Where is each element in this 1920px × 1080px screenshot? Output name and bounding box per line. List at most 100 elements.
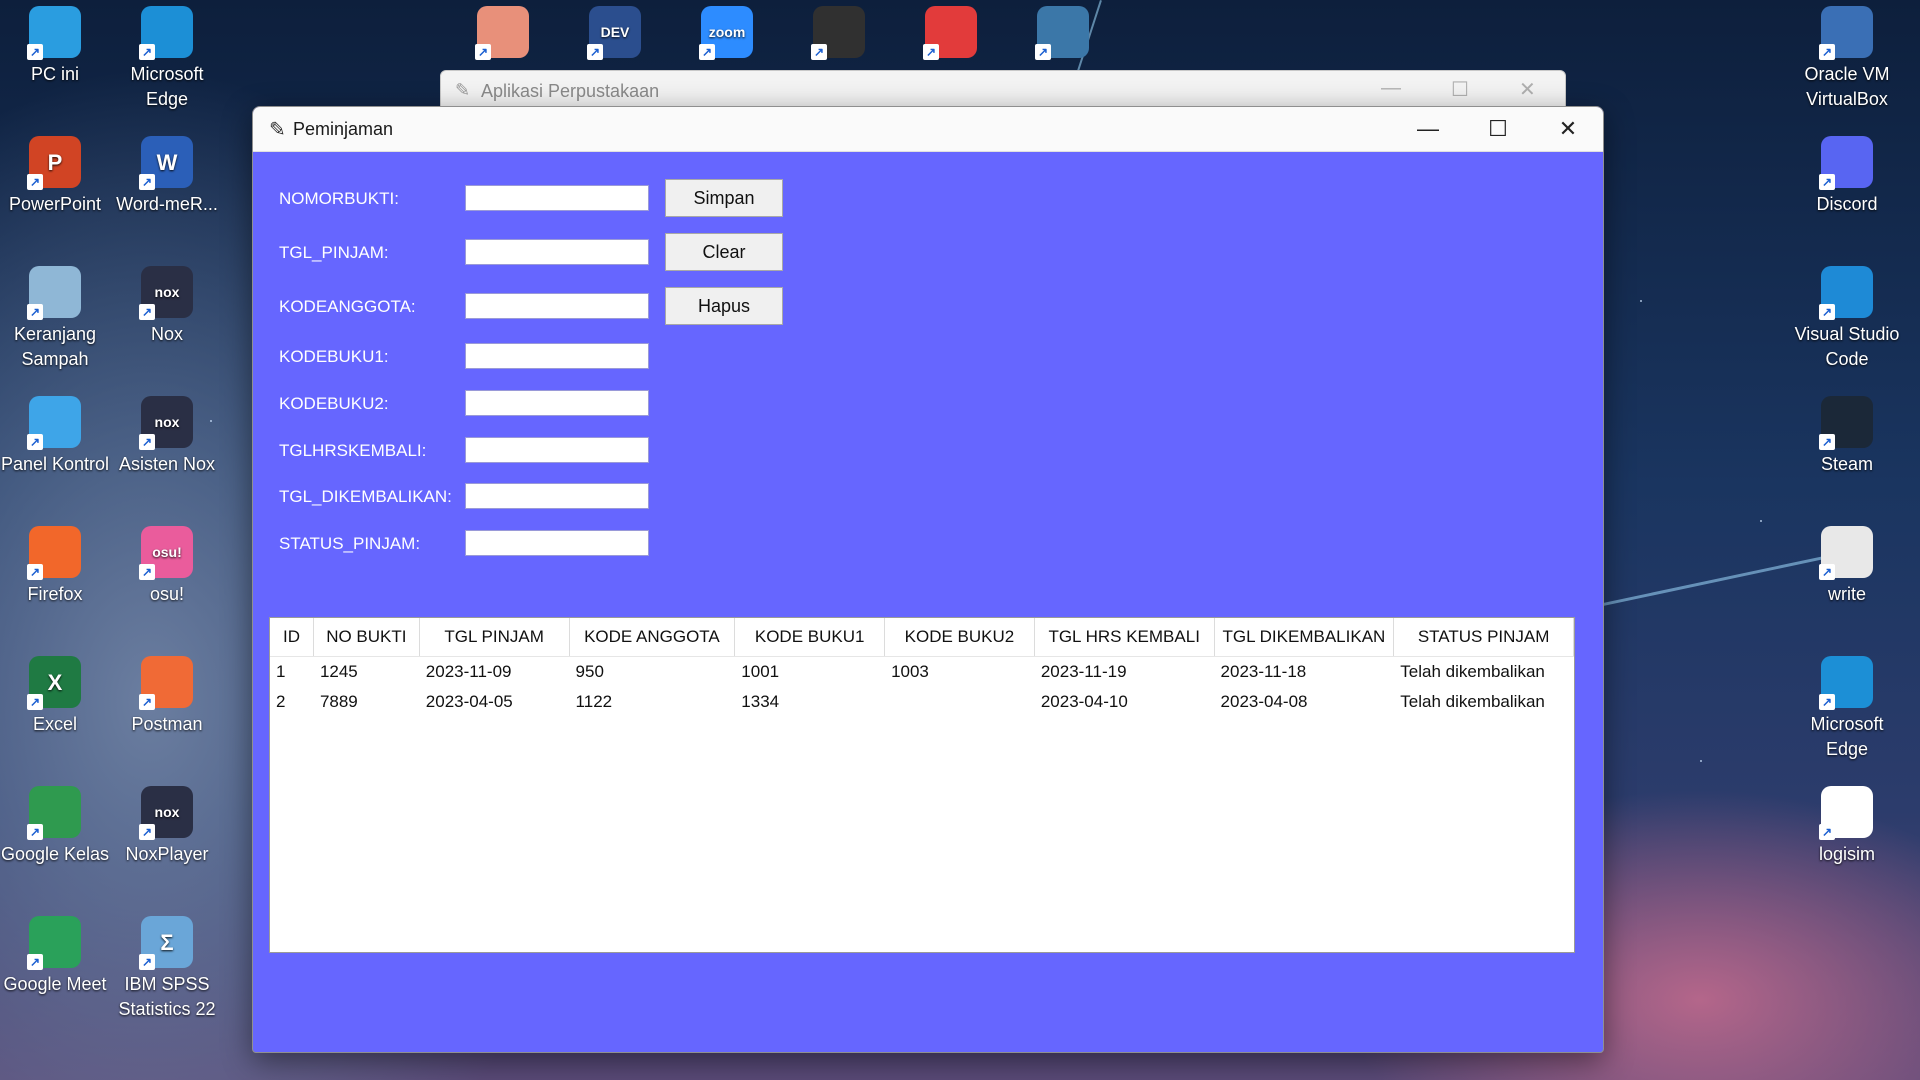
shortcut-arrow-icon: ↗ — [1035, 44, 1051, 60]
desktop-shortcut[interactable]: ↗ Microsoft Edge — [1792, 656, 1902, 762]
minimize-button[interactable]: — — [1393, 107, 1463, 151]
steam-icon: ↗ — [1819, 396, 1873, 450]
tglhrskembali-input[interactable] — [465, 437, 649, 463]
shortcut-arrow-icon: ↗ — [27, 694, 43, 710]
kodebuku1-input[interactable] — [465, 343, 649, 369]
desktop-shortcut[interactable]: nox ↗ NoxPlayer — [112, 786, 222, 867]
desktop-shortcut[interactable]: ↗ — [896, 6, 1006, 62]
desktop-shortcut-label: logisim — [1818, 844, 1875, 864]
nomorbukti-input[interactable] — [465, 185, 649, 211]
desktop-shortcut[interactable]: ↗ Google Meet — [0, 916, 110, 997]
table-cell — [885, 687, 1035, 717]
kodebuku2-input[interactable] — [465, 390, 649, 416]
table-cell: 1245 — [319, 662, 358, 681]
desktop-shortcut-label: Microsoft Edge — [1810, 714, 1884, 759]
table-row[interactable]: 2 7889 2023-04-05 1122 1334 2023-04-10 2023-04… — [270, 687, 1574, 717]
desktop-shortcut[interactable]: ↗ Visual Studio Code — [1792, 266, 1902, 372]
desktop-shortcut-label: IBM SPSS Statistics 22 — [118, 974, 216, 1019]
title-bar[interactable]: ✎ Peminjaman — ☐ ✕ — [253, 107, 1603, 152]
desktop-shortcut[interactable]: ↗ Keranjang Sampah — [0, 266, 110, 372]
shortcut-arrow-icon: ↗ — [587, 44, 603, 60]
table-row[interactable]: 1 1245 2023-11-09 950 1001 1003 2023-11-19 2023… — [270, 657, 1574, 687]
google-meet-icon: ↗ — [27, 916, 81, 970]
peminjaman-table[interactable]: ID NO BUKTI TGL PINJAM KODE ANGGOTA KODE BUK… — [269, 617, 1575, 953]
desktop-shortcut-label: Asisten Nox — [118, 454, 216, 474]
close-icon[interactable]: ✕ — [1519, 77, 1536, 102]
desktop-shortcut[interactable]: nox ↗ Asisten Nox — [112, 396, 222, 477]
desktop-shortcut[interactable]: osu! ↗ osu! — [112, 526, 222, 607]
desktop-shortcut[interactable]: ↗ write — [1792, 526, 1902, 607]
desktop-shortcut[interactable]: ↗ Discord — [1792, 136, 1902, 217]
desktop-shortcut[interactable]: ↗ PC ini — [0, 6, 110, 87]
table-header: ID NO BUKTI TGL PINJAM KODE ANGGOTA KODE BUK… — [270, 618, 1574, 657]
desktop-shortcut[interactable]: ↗ Postman — [112, 656, 222, 737]
desktop-shortcut[interactable]: nox ↗ Nox — [112, 266, 222, 347]
peminjaman-window: ✎ Peminjaman — ☐ ✕ NOMORBUKTI: TGL_PINJA… — [252, 106, 1604, 1053]
desktop-shortcut[interactable]: ↗ Google Kelas — [0, 786, 110, 867]
desktop-shortcut[interactable]: P ↗ PowerPoint — [0, 136, 110, 217]
column-header[interactable]: NO BUKTI — [314, 618, 420, 656]
desktop-shortcut[interactable]: ↗ Microsoft Edge — [112, 6, 222, 112]
column-header[interactable]: KODE BUKU2 — [885, 618, 1035, 656]
window-title: Peminjaman — [293, 119, 394, 139]
desktop-shortcut[interactable]: Σ ↗ IBM SPSS Statistics 22 — [112, 916, 222, 1022]
virtualbox-icon: ↗ — [1819, 6, 1873, 60]
desktop-shortcut[interactable]: ↗ — [448, 6, 558, 62]
icon-glyph: nox — [154, 413, 180, 430]
label-nomorbukti: NOMORBUKTI: — [279, 189, 399, 208]
minimize-icon[interactable]: — — [1381, 77, 1401, 100]
desktop-shortcut-label: Discord — [1816, 194, 1878, 214]
hapus-button[interactable]: Hapus — [665, 287, 783, 325]
column-header[interactable]: KODE BUKU1 — [735, 618, 886, 656]
maximize-button[interactable]: ☐ — [1463, 107, 1533, 151]
desktop-shortcut[interactable]: zoom ↗ — [672, 6, 782, 62]
column-header[interactable]: TGL HRS KEMBALI — [1035, 618, 1215, 656]
desktop-shortcut[interactable]: ↗ Firefox — [0, 526, 110, 607]
tgl-dikembalikan-input[interactable] — [465, 483, 649, 509]
desktop-shortcut[interactable]: W ↗ Word-meR... — [112, 136, 222, 217]
label-kodebuku1: KODEBUKU1: — [279, 347, 389, 366]
table-cell: Telah dikembalikan — [1400, 662, 1545, 681]
google-classroom-icon: ↗ — [27, 786, 81, 840]
shortcut-arrow-icon: ↗ — [139, 564, 155, 580]
desktop-shortcut-label: Word-meR... — [116, 194, 218, 214]
desktop-shortcut[interactable]: ↗ logisim — [1792, 786, 1902, 867]
tgl-pinjam-input[interactable] — [465, 239, 649, 265]
kodeanggota-input[interactable] — [465, 293, 649, 319]
table-cell: 2023-11-19 — [1040, 662, 1127, 681]
table-cell: 1003 — [891, 662, 929, 681]
status-pinjam-input[interactable] — [465, 530, 649, 556]
desktop-shortcut-label: write — [1827, 584, 1866, 604]
star — [1760, 520, 1762, 522]
icon-glyph: P — [47, 149, 63, 175]
desktop-shortcut[interactable]: ↗ Panel Kontrol — [0, 396, 110, 477]
shortcut-arrow-icon: ↗ — [1819, 564, 1835, 580]
simpan-button[interactable]: Simpan — [665, 179, 783, 217]
column-header[interactable]: ID — [270, 618, 314, 656]
spss-icon: Σ ↗ — [139, 916, 193, 970]
firefox-icon: ↗ — [27, 526, 81, 580]
desktop-shortcut[interactable]: ↗ — [1008, 6, 1118, 62]
desktop-shortcut-label: Google Meet — [3, 974, 107, 994]
column-header[interactable]: TGL DIKEMBALIKAN — [1215, 618, 1395, 656]
shortcut-arrow-icon: ↗ — [1819, 174, 1835, 190]
form-area: NOMORBUKTI: TGL_PINJAM: KODEANGGOTA: KOD… — [253, 151, 953, 611]
column-header[interactable]: STATUS PINJAM — [1394, 618, 1574, 656]
excel-icon: X ↗ — [27, 656, 81, 710]
desktop-shortcut[interactable]: ↗ — [784, 6, 894, 62]
clear-button[interactable]: Clear — [665, 233, 783, 271]
column-header[interactable]: TGL PINJAM — [420, 618, 570, 656]
desktop-shortcut[interactable]: ↗ Oracle VM VirtualBox — [1792, 6, 1902, 112]
table-body: 1 1245 2023-11-09 950 1001 1003 2023-11-19 2023… — [270, 657, 1574, 717]
desktop-shortcut[interactable]: ↗ Steam — [1792, 396, 1902, 477]
column-header[interactable]: KODE ANGGOTA — [570, 618, 736, 656]
close-button[interactable]: ✕ — [1533, 107, 1603, 151]
table-cell: 1122 — [575, 692, 613, 711]
dev-cpp-icon: DEV ↗ — [587, 6, 641, 60]
desktop-shortcut[interactable]: DEV ↗ — [560, 6, 670, 62]
desktop-shortcut[interactable]: X ↗ Excel — [0, 656, 110, 737]
noxplayer-icon: nox ↗ — [139, 786, 193, 840]
powerpoint-icon: P ↗ — [27, 136, 81, 190]
maximize-icon[interactable]: ☐ — [1451, 77, 1469, 102]
nox-icon: nox ↗ — [139, 266, 193, 320]
